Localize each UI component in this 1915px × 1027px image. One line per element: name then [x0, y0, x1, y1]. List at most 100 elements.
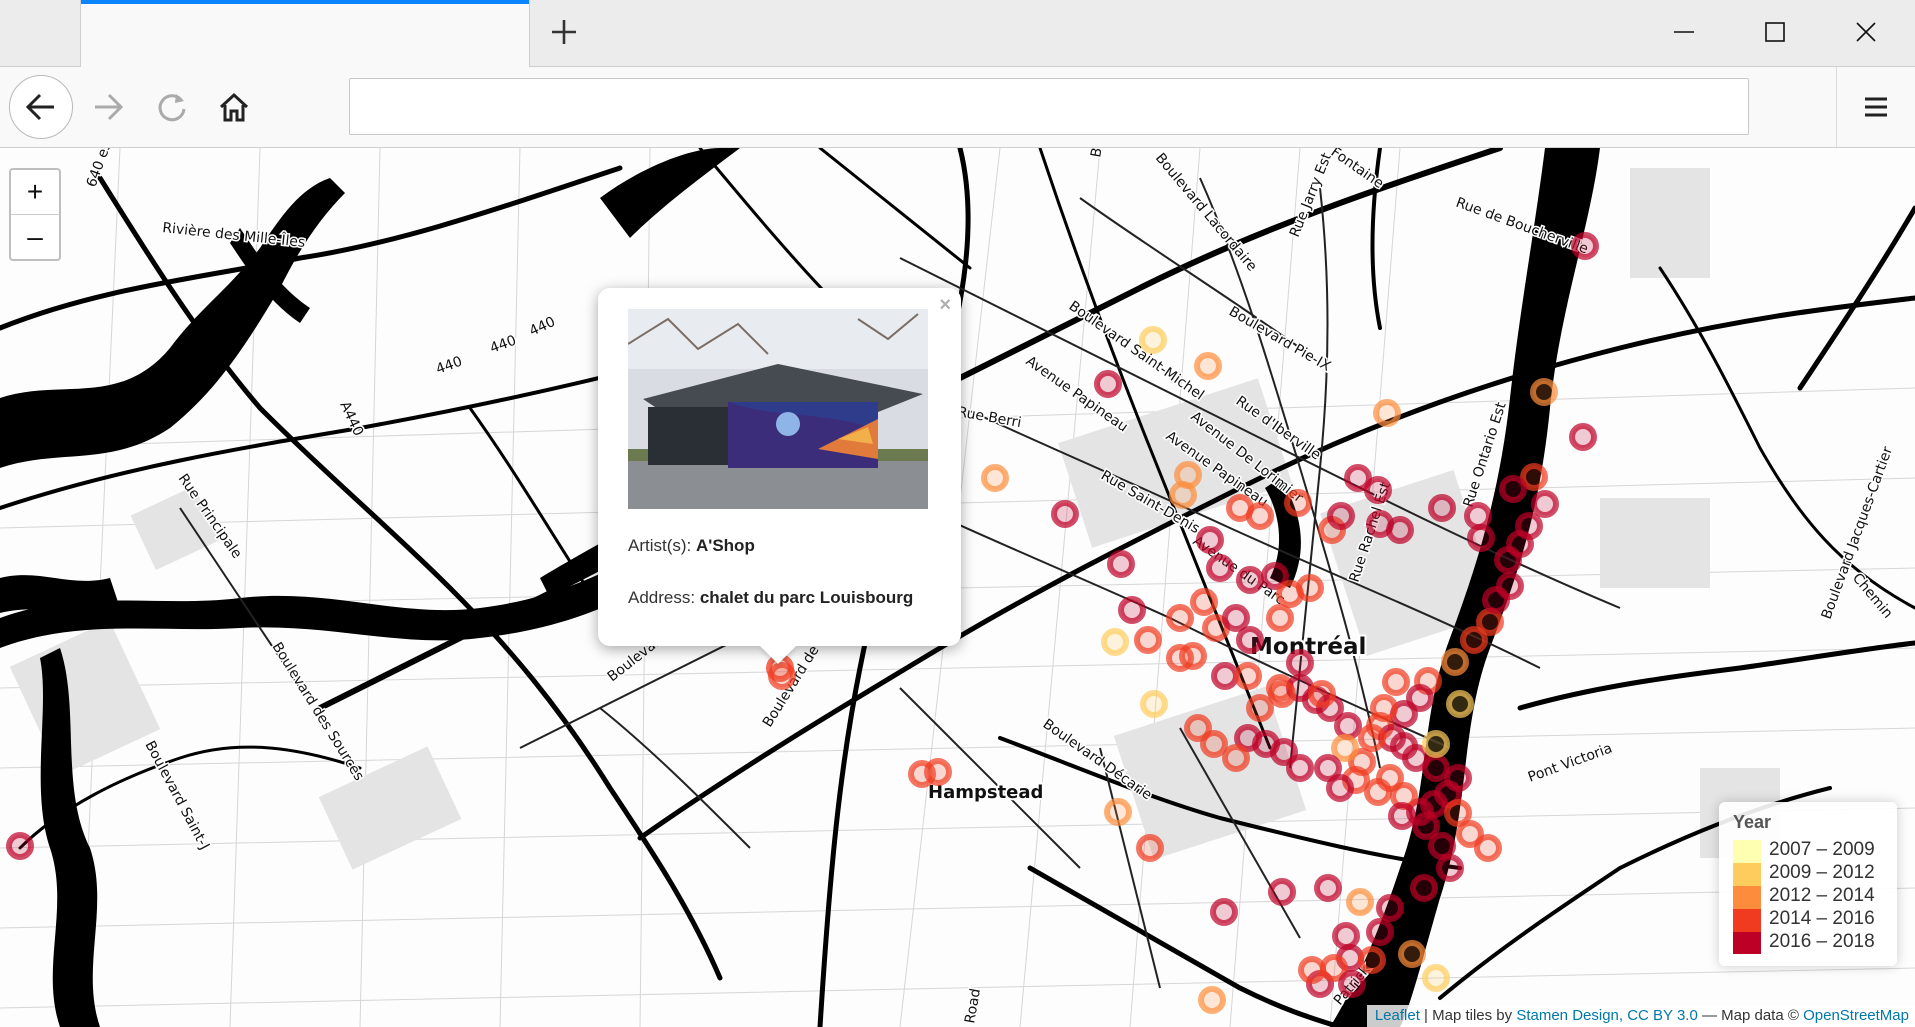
mural-marker[interactable]	[1236, 626, 1264, 654]
mural-marker[interactable]	[1412, 812, 1440, 840]
mural-marker[interactable]	[1382, 668, 1410, 696]
mural-marker[interactable]	[1358, 724, 1386, 752]
mural-marker[interactable]	[1444, 799, 1472, 827]
mural-marker[interactable]	[1376, 894, 1404, 922]
mural-marker[interactable]	[1286, 649, 1314, 677]
mural-marker[interactable]	[1332, 922, 1360, 950]
reload-button[interactable]	[140, 75, 204, 139]
mural-marker[interactable]	[1467, 524, 1495, 552]
mural-marker[interactable]	[1222, 744, 1250, 772]
mural-marker[interactable]	[1196, 526, 1224, 554]
mural-marker[interactable]	[1298, 956, 1326, 984]
mural-marker[interactable]	[981, 464, 1009, 492]
mural-marker[interactable]	[1118, 596, 1146, 624]
mural-marker[interactable]	[1398, 940, 1426, 968]
zoom-out-button[interactable]: –	[11, 215, 59, 259]
mural-marker[interactable]	[1206, 554, 1234, 582]
leaflet-link[interactable]: Leaflet	[1375, 1007, 1420, 1024]
mural-marker[interactable]	[1284, 489, 1312, 517]
mural-marker[interactable]	[1166, 604, 1194, 632]
tab-active[interactable]	[80, 0, 530, 67]
mural-marker[interactable]	[1246, 694, 1274, 722]
mural-marker[interactable]	[1140, 690, 1168, 718]
mural-marker[interactable]	[1428, 494, 1456, 522]
mural-marker[interactable]	[1422, 964, 1450, 992]
mural-marker[interactable]	[924, 758, 952, 786]
maximize-button[interactable]	[1751, 10, 1799, 54]
mural-marker[interactable]	[1266, 604, 1294, 632]
zoom-in-button[interactable]: +	[11, 170, 59, 215]
tab-inactive[interactable]	[0, 0, 81, 66]
address-bar[interactable]	[349, 78, 1749, 135]
mural-marker[interactable]	[1436, 854, 1464, 882]
mural-marker[interactable]	[1314, 874, 1342, 902]
mural-marker[interactable]	[1441, 648, 1469, 676]
mural-marker[interactable]	[1515, 512, 1543, 540]
mural-marker[interactable]	[1296, 574, 1324, 602]
mural-marker[interactable]	[1476, 608, 1504, 636]
mural-marker[interactable]	[1496, 572, 1524, 600]
mural-marker[interactable]	[1236, 566, 1264, 594]
mural-marker[interactable]	[1174, 461, 1202, 489]
mural-marker[interactable]	[1308, 680, 1336, 708]
mural-marker[interactable]	[1422, 754, 1450, 782]
mural-marker[interactable]	[1428, 832, 1456, 860]
mural-marker[interactable]	[1051, 500, 1079, 528]
mural-marker[interactable]	[1346, 888, 1374, 916]
mural-marker[interactable]	[1331, 734, 1359, 762]
mural-marker[interactable]	[1334, 712, 1362, 740]
mural-marker[interactable]	[1246, 502, 1274, 530]
mural-marker[interactable]	[1569, 423, 1597, 451]
mural-marker[interactable]	[1210, 898, 1238, 926]
mural-marker[interactable]	[1386, 516, 1414, 544]
mural-marker[interactable]	[1358, 946, 1386, 974]
home-button[interactable]	[202, 75, 266, 139]
mural-marker[interactable]	[1531, 490, 1559, 518]
new-tab-button[interactable]	[545, 13, 583, 51]
mural-marker[interactable]	[1370, 694, 1398, 722]
mural-marker[interactable]	[1139, 326, 1167, 354]
mural-marker[interactable]	[1107, 550, 1135, 578]
mural-marker[interactable]	[1136, 834, 1164, 862]
mural-marker[interactable]	[6, 832, 34, 860]
mural-marker[interactable]	[1134, 626, 1162, 654]
mural-marker[interactable]	[1446, 690, 1474, 718]
mural-marker[interactable]	[1474, 834, 1502, 862]
mural-marker[interactable]	[1338, 970, 1366, 998]
minimize-button[interactable]	[1660, 10, 1708, 54]
mural-marker[interactable]	[1366, 918, 1394, 946]
mural-marker[interactable]	[1373, 399, 1401, 427]
mural-marker[interactable]	[1184, 714, 1212, 742]
back-button[interactable]	[9, 75, 73, 139]
mural-marker[interactable]	[1268, 878, 1296, 906]
stamen-link[interactable]: Stamen Design, CC BY 3.0	[1516, 1007, 1697, 1024]
mural-marker[interactable]	[1268, 680, 1296, 708]
mural-marker[interactable]	[1101, 628, 1129, 656]
mural-marker[interactable]	[1179, 642, 1207, 670]
mural-marker[interactable]	[1571, 232, 1599, 260]
mural-marker[interactable]	[1222, 604, 1250, 632]
forward-button[interactable]	[76, 75, 140, 139]
popup-close-button[interactable]: ×	[939, 294, 951, 317]
mural-marker[interactable]	[1234, 662, 1262, 690]
menu-button[interactable]	[1836, 67, 1915, 147]
osm-link[interactable]: OpenStreetMap	[1803, 1007, 1909, 1024]
mural-marker[interactable]	[1364, 778, 1392, 806]
close-window-button[interactable]	[1842, 10, 1890, 54]
mural-marker[interactable]	[1530, 378, 1558, 406]
mural-marker[interactable]	[1410, 874, 1438, 902]
mural-marker[interactable]	[1190, 588, 1218, 616]
mural-marker[interactable]	[1364, 476, 1392, 504]
mural-marker[interactable]	[1104, 798, 1132, 826]
mural-marker[interactable]	[1327, 502, 1355, 530]
mural-marker[interactable]	[1422, 730, 1450, 758]
mural-marker[interactable]	[1198, 986, 1226, 1014]
mural-marker[interactable]	[1388, 802, 1416, 830]
mural-marker[interactable]	[1499, 475, 1527, 503]
map-container[interactable]: Rivière des Mille-Îles 640 est 440 440 4…	[0, 148, 1915, 1027]
mural-marker[interactable]	[1211, 662, 1239, 690]
mural-marker[interactable]	[1314, 754, 1342, 782]
mural-marker[interactable]	[1194, 352, 1222, 380]
mural-marker[interactable]	[1094, 370, 1122, 398]
mural-marker[interactable]	[1464, 502, 1492, 530]
